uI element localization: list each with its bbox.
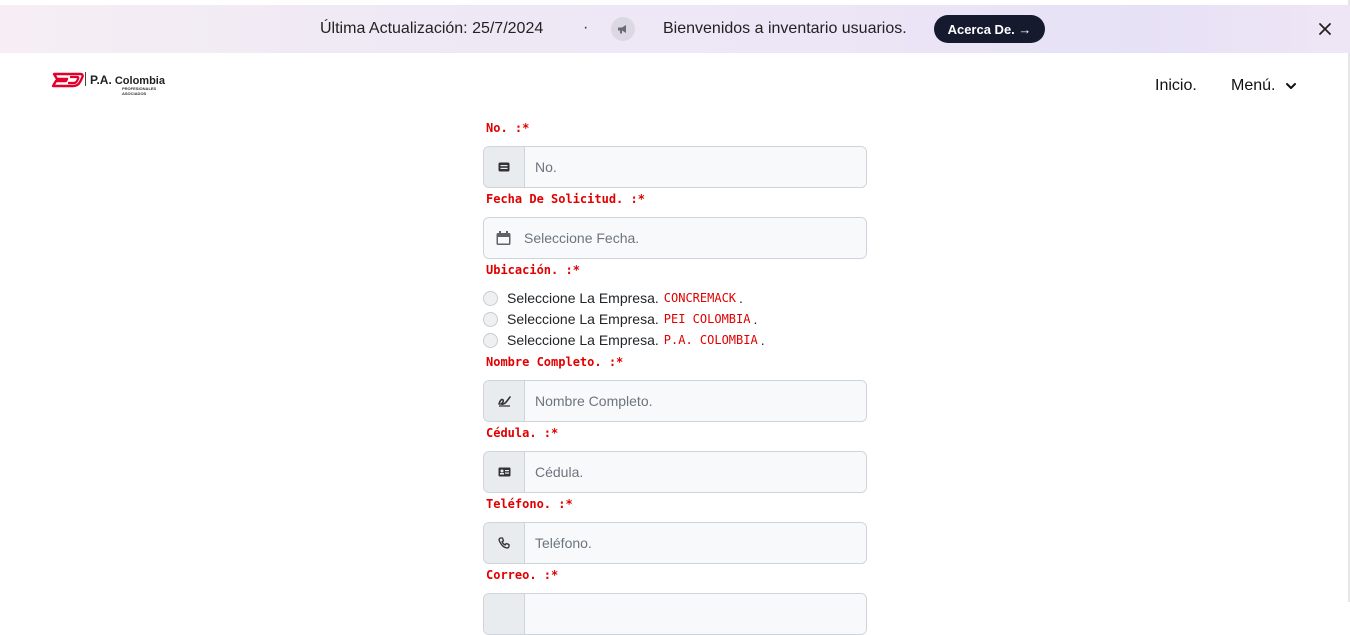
company-option[interactable]: Seleccione La Empresa. PEI COLOMBIA . bbox=[483, 309, 757, 329]
company-name: CONCREMACK bbox=[663, 291, 737, 305]
cedula-label: Cédula. :* bbox=[486, 426, 559, 440]
nav-inicio-link[interactable]: Inicio. bbox=[1155, 77, 1197, 95]
signature-icon bbox=[484, 381, 525, 421]
telefono-label: Teléfono. :* bbox=[486, 497, 573, 511]
logo-tagline: PROFESIONALES ASOCIADOS bbox=[122, 86, 157, 96]
fecha-input[interactable] bbox=[484, 218, 866, 258]
address-card-icon bbox=[484, 452, 525, 492]
option-text: Seleccione La Empresa. bbox=[507, 332, 659, 348]
company-name: P.A. COLOMBIA bbox=[663, 333, 758, 347]
option-text: Seleccione La Empresa. bbox=[507, 311, 659, 327]
last-update-text: Última Actualización: 25/7/2024 bbox=[320, 20, 544, 37]
correo-field-group bbox=[483, 593, 867, 635]
option-suffix: . bbox=[739, 290, 743, 306]
fecha-field-group bbox=[483, 217, 867, 259]
announcement-banner: Última Actualización: 25/7/2024 · Bienve… bbox=[0, 5, 1350, 53]
cedula-field-group bbox=[483, 451, 867, 493]
option-text: Seleccione La Empresa. bbox=[507, 290, 659, 306]
nombre-field-group bbox=[483, 380, 867, 422]
close-icon[interactable] bbox=[1316, 20, 1334, 38]
chevron-down-icon bbox=[1286, 83, 1297, 89]
no-label: No. :* bbox=[486, 121, 530, 135]
about-button[interactable]: Acerca De. → bbox=[934, 15, 1045, 43]
option-suffix: . bbox=[753, 311, 758, 327]
nav-menu-dropdown[interactable]: Menú. bbox=[1231, 77, 1297, 95]
company-radio[interactable] bbox=[483, 290, 498, 306]
company-option[interactable]: Seleccione La Empresa. CONCREMACK . bbox=[483, 288, 743, 308]
company-option[interactable]: Seleccione La Empresa. P.A. COLOMBIA . bbox=[483, 330, 765, 350]
option-suffix: . bbox=[760, 332, 765, 348]
nav-menu-label: Menú. bbox=[1231, 77, 1276, 94]
fecha-label: Fecha De Solicitud. :* bbox=[486, 192, 645, 206]
no-input[interactable] bbox=[525, 147, 866, 187]
phone-icon bbox=[484, 523, 525, 563]
no-field-group bbox=[483, 146, 867, 188]
logo-mark-icon bbox=[51, 72, 84, 88]
calendar-icon bbox=[496, 231, 511, 251]
nombre-input[interactable] bbox=[525, 381, 866, 421]
cedula-input[interactable] bbox=[525, 452, 866, 492]
envelope-icon bbox=[484, 594, 525, 634]
company-radio[interactable] bbox=[483, 332, 498, 348]
company-radio[interactable] bbox=[483, 311, 498, 327]
banner-separator: · bbox=[583, 19, 589, 36]
navbar: P.A. Colombia PROFESIONALES ASOCIADOS Ini… bbox=[0, 53, 1350, 113]
welcome-text: Bienvenidos a inventario usuarios. bbox=[663, 20, 907, 37]
ubicacion-label: Ubicación. :* bbox=[486, 263, 580, 277]
megaphone-icon bbox=[611, 17, 635, 41]
company-name: PEI COLOMBIA bbox=[663, 312, 751, 326]
nombre-label: Nombre Completo. :* bbox=[486, 355, 624, 369]
correo-input[interactable] bbox=[525, 594, 866, 634]
logo-name: P.A. Colombia bbox=[90, 73, 165, 87]
id-card-icon bbox=[484, 147, 525, 187]
telefono-input[interactable] bbox=[525, 523, 866, 563]
correo-label: Correo. :* bbox=[486, 568, 559, 582]
logo[interactable]: P.A. Colombia PROFESIONALES ASOCIADOS bbox=[50, 71, 180, 103]
telefono-field-group bbox=[483, 522, 867, 564]
